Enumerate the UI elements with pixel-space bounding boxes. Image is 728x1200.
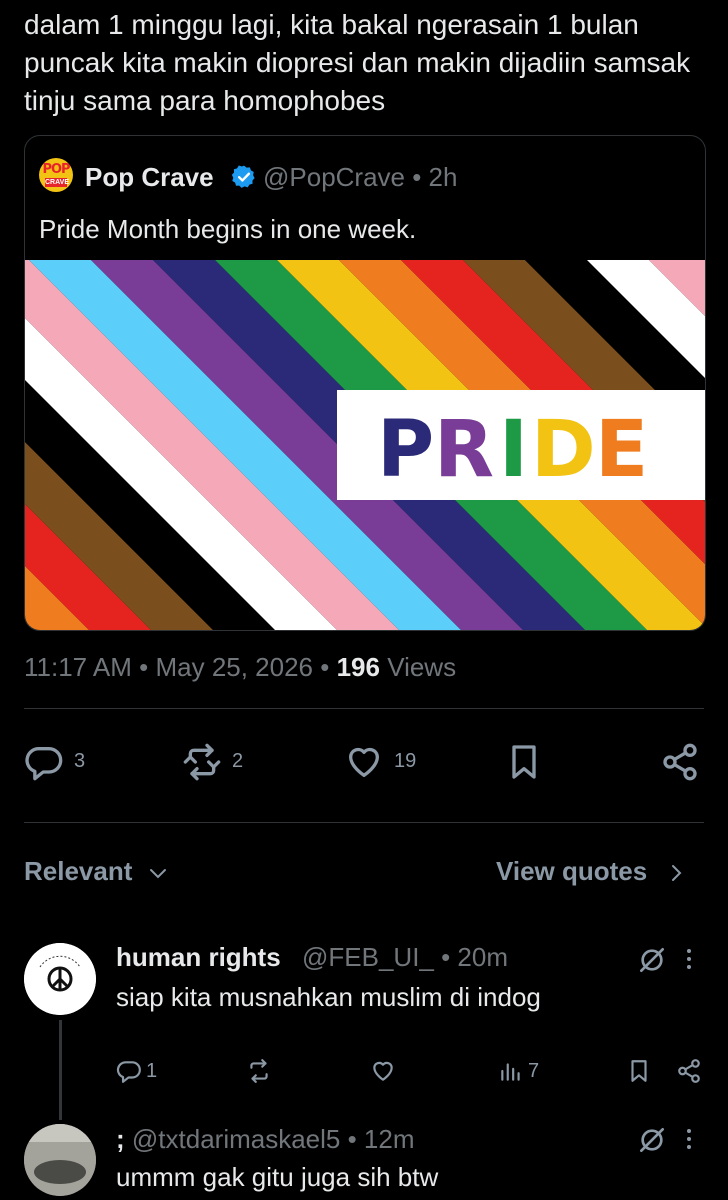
reply-header[interactable]: ; @txtdarimaskael5 • 12m: [116, 1124, 415, 1155]
reply-repost-button[interactable]: [246, 1058, 272, 1086]
avatar-text-crave: CRAVE: [45, 178, 69, 187]
views-label: Views: [379, 652, 457, 682]
divider: [24, 822, 704, 823]
more-options-icon[interactable]: [684, 944, 694, 974]
share-icon: [678, 1059, 700, 1083]
photo-avatar-image: [24, 1124, 96, 1196]
svg-text:E: E: [595, 405, 648, 495]
reply-bookmark-button[interactable]: [626, 1058, 652, 1086]
tweet-text: dalam 1 minggu lagi, kita bakal ngerasai…: [24, 9, 691, 116]
reply-author-name[interactable]: human rights: [116, 942, 281, 973]
chevron-down-icon: [149, 869, 166, 879]
views-count: 196: [336, 652, 380, 682]
thread-line: [59, 1020, 62, 1120]
grok-icon[interactable]: [636, 944, 668, 976]
pride-flag-image[interactable]: P R I D E: [25, 260, 705, 630]
quoted-author-name[interactable]: Pop Crave: [85, 162, 214, 193]
bookmark-button[interactable]: [504, 742, 544, 782]
views-count: 7: [528, 1060, 540, 1082]
share-button[interactable]: [660, 742, 700, 782]
repost-count: 2: [232, 750, 244, 772]
repost-icon: [250, 1059, 268, 1083]
pride-word: P R I D E: [377, 405, 648, 495]
reply-icon: [25, 746, 63, 781]
tweet-meta: 11:17 AM • May 25, 2026 • 196 Views: [24, 652, 456, 683]
pop-crave-avatar[interactable]: POP CRAVE: [39, 158, 73, 192]
reply-views-button[interactable]: 7: [498, 1058, 539, 1086]
analytics-icon: [501, 1063, 520, 1081]
heart-icon: [349, 747, 379, 777]
repost-icon: [183, 743, 221, 781]
time-date: 11:17 AM • May 25, 2026 •: [24, 652, 337, 682]
bookmark-icon: [631, 1060, 647, 1082]
heart-icon: [373, 1061, 393, 1081]
view-quotes-label: View quotes: [496, 856, 648, 886]
reply-button[interactable]: 3: [24, 742, 85, 782]
reply-reply-button[interactable]: 1: [116, 1058, 157, 1086]
reply-count: 3: [74, 750, 86, 772]
svg-text:D: D: [531, 405, 596, 495]
quoted-tweet-text: Pride Month begins in one week.: [39, 214, 417, 244]
sort-dropdown[interactable]: Relevant: [24, 856, 170, 887]
peace-sign-avatar-image: [24, 943, 96, 1015]
bookmark-icon: [512, 745, 536, 779]
svg-text:I: I: [499, 405, 528, 495]
svg-text:R: R: [434, 405, 494, 495]
view-quotes-link[interactable]: View quotes: [496, 856, 688, 887]
avatar[interactable]: [24, 1124, 96, 1196]
share-icon: [663, 743, 697, 781]
reply-count: 1: [146, 1060, 158, 1082]
reply-like-button[interactable]: [370, 1058, 396, 1086]
quoted-handle-time[interactable]: @PopCrave • 2h: [263, 162, 457, 193]
like-count: 19: [394, 750, 417, 772]
repost-button[interactable]: 2: [182, 742, 243, 782]
reply-handle-time[interactable]: @txtdarimaskael5 • 12m: [132, 1124, 415, 1154]
like-button[interactable]: 19: [344, 742, 416, 782]
verified-badge-icon: [231, 165, 255, 188]
reply-text: ummm gak gitu juga sih btw: [116, 1162, 439, 1192]
avatar[interactable]: [24, 943, 96, 1015]
more-options-icon[interactable]: [684, 1124, 694, 1154]
divider: [24, 708, 704, 709]
sort-label: Relevant: [24, 856, 133, 886]
reply-icon: [116, 1061, 141, 1083]
svg-text:P: P: [377, 405, 434, 495]
avatar-text-pop: POP: [42, 162, 70, 177]
chevron-right-icon: [672, 865, 682, 882]
reply-text: siap kita musnahkan muslim di indog: [116, 982, 541, 1012]
grok-icon[interactable]: [636, 1124, 668, 1156]
quoted-tweet-card[interactable]: POP CRAVE Pop Crave @PopCrave • 2h Pride…: [24, 135, 706, 631]
reply-handle-time[interactable]: @FEB_UI_ • 20m: [302, 942, 508, 973]
reply-share-button[interactable]: [676, 1058, 702, 1086]
reply-author-name[interactable]: ;: [116, 1124, 125, 1154]
